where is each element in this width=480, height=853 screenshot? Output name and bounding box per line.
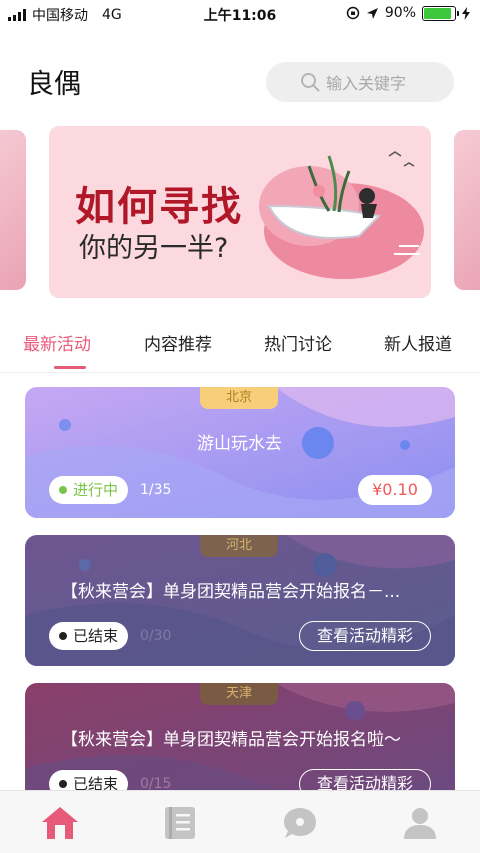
- nav-home[interactable]: [40, 805, 80, 841]
- tab-content-recommended[interactable]: 内容推荐: [144, 330, 212, 355]
- activity-title: 游山玩水去: [197, 434, 282, 454]
- status-dot-icon: [59, 486, 67, 494]
- activity-title: 【秋来营会】单身团契精品营会开始报名－...: [61, 582, 401, 602]
- status-badge: 进行中: [49, 476, 129, 504]
- city-tag: 北京: [200, 387, 278, 409]
- battery-percent: 90%: [384, 5, 416, 21]
- chat-bubble-icon: [284, 808, 316, 838]
- notebook-icon: [165, 807, 195, 839]
- search-input[interactable]: 输入关键字: [266, 62, 454, 102]
- battery-icon: [422, 5, 459, 21]
- participant-count: 0/30: [140, 628, 172, 644]
- person-icon: [404, 808, 436, 839]
- status-label: 已结束: [73, 627, 119, 645]
- city-tag: 河北: [200, 535, 278, 557]
- tab-hot-discussions[interactable]: 热门讨论: [264, 330, 332, 355]
- participant-count: 1/35: [140, 482, 172, 498]
- banner-next-slide[interactable]: [454, 130, 480, 290]
- status-badge: 已结束: [49, 622, 129, 650]
- search-placeholder: 输入关键字: [326, 74, 407, 93]
- boat-illustration: [259, 151, 424, 279]
- orientation-lock-icon: [346, 6, 360, 20]
- status-dot-icon: [59, 780, 67, 788]
- banner-prev-slide[interactable]: [0, 130, 26, 290]
- search-icon: [301, 73, 320, 92]
- tab-newcomer-reports[interactable]: 新人报道: [384, 330, 452, 355]
- status-dot-icon: [59, 632, 67, 640]
- activity-card[interactable]: 北京 游山玩水去 进行中 1/35 ¥0.10: [25, 387, 455, 518]
- tab-latest-activities[interactable]: 最新活动: [23, 330, 91, 355]
- active-tab-indicator: [54, 366, 86, 369]
- location-arrow-icon: [366, 7, 378, 19]
- activity-title: 【秋来营会】单身团契精品营会开始报名啦～: [61, 730, 401, 750]
- bottom-navigation: [0, 790, 480, 853]
- nav-messages[interactable]: [280, 805, 320, 841]
- charging-bolt-icon: [462, 6, 470, 20]
- price-badge: ¥0.10: [358, 475, 432, 505]
- view-highlights-button[interactable]: 查看活动精彩: [299, 621, 431, 651]
- category-tabs: 最新活动 内容推荐 热门讨论 新人报道: [0, 330, 480, 370]
- banner-subheadline: 你的另一半?: [79, 233, 229, 264]
- page-title: 良偶: [27, 69, 81, 100]
- nav-profile[interactable]: [400, 805, 440, 841]
- banner-headline: 如何寻找: [75, 183, 243, 230]
- status-bar: 中国移动 4G 上午11:06 90%: [0, 0, 480, 28]
- status-bar-right: 90%: [346, 5, 470, 21]
- home-icon: [42, 807, 78, 839]
- status-label: 进行中: [73, 481, 119, 499]
- city-tag: 天津: [200, 683, 278, 705]
- banner-slide[interactable]: 如何寻找 你的另一半?: [49, 126, 431, 298]
- activity-card[interactable]: 河北 【秋来营会】单身团契精品营会开始报名－... 已结束 0/30 查看活动精…: [25, 535, 455, 666]
- tabs-divider: [0, 372, 480, 373]
- nav-notes[interactable]: [160, 805, 200, 841]
